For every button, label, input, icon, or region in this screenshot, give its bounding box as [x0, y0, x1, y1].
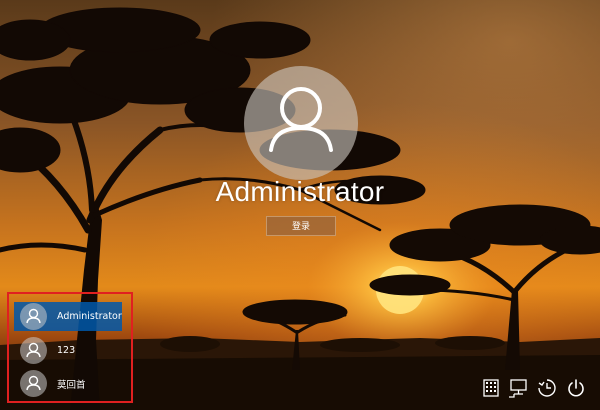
power-icon[interactable]: [565, 377, 587, 399]
person-icon: [26, 342, 41, 358]
user-list-label: 123: [57, 345, 76, 356]
user-avatar-small: [20, 370, 47, 397]
keyboard-icon[interactable]: [481, 377, 503, 399]
user-list-item-123[interactable]: 123: [14, 336, 122, 365]
current-username: Administrator: [215, 176, 385, 207]
network-icon[interactable]: [508, 377, 530, 399]
user-avatar: [244, 66, 358, 180]
user-avatar-small: [20, 337, 47, 364]
user-list-label: Administrator: [57, 311, 122, 322]
sign-in-button[interactable]: 登录: [266, 216, 336, 236]
user-list-label: 莫回首: [57, 379, 86, 391]
user-list-item-mohuishou[interactable]: 莫回首: [14, 369, 122, 398]
person-icon: [269, 87, 333, 152]
person-icon: [26, 375, 41, 391]
person-icon: [26, 308, 41, 324]
user-list-item-administrator[interactable]: Administrator: [14, 302, 122, 331]
user-avatar-small: [20, 303, 47, 330]
ease-of-access-icon[interactable]: [536, 377, 558, 399]
